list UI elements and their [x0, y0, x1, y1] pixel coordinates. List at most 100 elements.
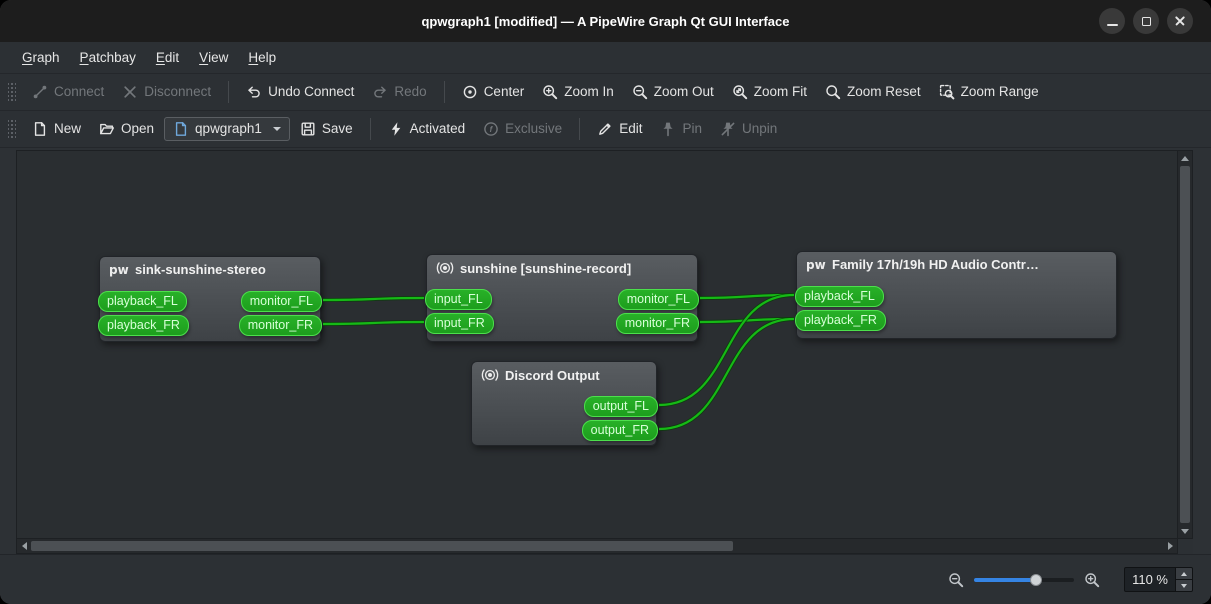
save-label: Save [322, 122, 353, 136]
zoom-value[interactable]: 110 % [1125, 568, 1175, 591]
menu-help[interactable]: Help [238, 42, 286, 73]
menu-edit[interactable]: Edit [146, 42, 189, 73]
undo-icon [246, 84, 262, 100]
zoom-out-icon[interactable] [948, 572, 964, 588]
zoom-out-icon [632, 84, 648, 100]
graph-canvas[interactable]: pwsink-sunshine-stereoplayback_FLplaybac… [16, 150, 1178, 539]
menubar: GraphPatchbayEditViewHelp [0, 42, 1211, 74]
pin-icon [660, 121, 676, 137]
port-monitor_FR[interactable]: monitor_FR [616, 313, 699, 334]
minimize-button[interactable] [1099, 8, 1125, 34]
menu-patchbay[interactable]: Patchbay [70, 42, 146, 73]
port-output_FL[interactable]: output_FL [584, 396, 658, 417]
scroll-down-arrow[interactable] [1178, 524, 1192, 538]
scroll-left-arrow[interactable] [17, 539, 31, 553]
scroll-up-arrow[interactable] [1178, 151, 1192, 165]
svg-text:pw: pw [109, 263, 129, 277]
patchbay-current-label: qpwgraph1 [195, 122, 262, 136]
graph-node-family-audio[interactable]: pwFamily 17h/19h HD Audio Contr…playback… [796, 251, 1117, 339]
window-title: qpwgraph1 [modified] — A PipeWire Graph … [421, 14, 789, 29]
zoom-increment-button[interactable] [1176, 568, 1192, 579]
new-button[interactable]: New [24, 116, 89, 142]
pipewire-icon: pw [109, 263, 129, 277]
disconnect-button: Disconnect [114, 79, 219, 105]
menu-graph[interactable]: Graph [12, 42, 70, 73]
port-monitor_FL[interactable]: monitor_FL [618, 289, 699, 310]
zoom-fit-button[interactable]: Zoom Fit [724, 79, 815, 105]
open-button[interactable]: Open [91, 116, 162, 142]
zoom-reset-button[interactable]: Zoom Reset [817, 79, 929, 105]
vertical-scrollbar-thumb[interactable] [1180, 166, 1190, 523]
activated-icon [388, 121, 404, 137]
menu-view[interactable]: View [189, 42, 238, 73]
redo-icon [372, 84, 388, 100]
undo-connect-label: Undo Connect [268, 85, 354, 99]
edit-button[interactable]: Edit [589, 116, 650, 142]
graph-node-discord-output[interactable]: Discord Output output_FL output_FR [471, 361, 657, 446]
zoom-in-label: Zoom In [564, 85, 614, 99]
port-playback_FL[interactable]: playback_FL [98, 291, 187, 312]
spin-buttons [1175, 568, 1192, 591]
new-file-icon [32, 121, 48, 137]
toolbar-patchbay: NewOpenqpwgraph1SaveActivatedfExclusiveE… [0, 111, 1211, 148]
exclusive-button: fExclusive [475, 116, 570, 142]
zoom-range-label: Zoom Range [961, 85, 1039, 99]
scroll-right-arrow[interactable] [1163, 539, 1177, 553]
canvas-row: pwsink-sunshine-stereoplayback_FLplaybac… [16, 150, 1193, 539]
port-playback_FL[interactable]: playback_FL [795, 286, 884, 307]
open-label: Open [121, 122, 154, 136]
maximize-button[interactable] [1133, 8, 1159, 34]
horizontal-scrollbar-thumb[interactable] [31, 541, 733, 551]
undo-connect-button[interactable]: Undo Connect [238, 79, 362, 105]
node-title: Discord Output [505, 368, 600, 383]
zoom-in-button[interactable]: Zoom In [534, 79, 622, 105]
connect-icon [32, 84, 48, 100]
zoom-slider[interactable] [974, 572, 1074, 588]
zoom-reset-label: Zoom Reset [847, 85, 921, 99]
center-button[interactable]: Center [454, 79, 533, 105]
port-monitor_FR[interactable]: monitor_FR [239, 315, 322, 336]
port-monitor_FL[interactable]: monitor_FL [241, 291, 322, 312]
toolbar-drag-handle[interactable] [8, 81, 16, 103]
zoom-in-icon[interactable] [1084, 572, 1100, 588]
exclusive-label: Exclusive [505, 122, 562, 136]
node-title: sunshine [sunshine-record] [460, 261, 631, 276]
toolbar-drag-handle[interactable] [8, 118, 16, 140]
graph-node-sunshine[interactable]: sunshine [sunshine-record] input_FL input_… [426, 254, 698, 342]
port-playback_FR[interactable]: playback_FR [98, 315, 189, 336]
save-icon [300, 121, 316, 137]
vertical-scrollbar[interactable] [1178, 150, 1193, 539]
activated-button[interactable]: Activated [380, 116, 474, 142]
port-input_FL[interactable]: input_FL [425, 289, 492, 310]
port-input_FR[interactable]: input_FR [425, 313, 494, 334]
zoom-range-button[interactable]: Zoom Range [931, 79, 1047, 105]
dropdown-arrow-icon [273, 127, 281, 131]
zoom-slider-handle[interactable] [1030, 574, 1042, 586]
zoom-reset-icon [825, 84, 841, 100]
zoom-spinbox[interactable]: 110 % [1124, 567, 1193, 592]
center-label: Center [484, 85, 525, 99]
port-output_FR[interactable]: output_FR [582, 420, 658, 441]
patchbay-current-button[interactable]: qpwgraph1 [164, 117, 290, 141]
zoom-decrement-button[interactable] [1176, 579, 1192, 591]
zoom-out-button[interactable]: Zoom Out [624, 79, 722, 105]
record-icon [436, 260, 454, 276]
toolbar-separator [444, 81, 445, 103]
close-button[interactable] [1167, 8, 1193, 34]
activated-label: Activated [410, 122, 466, 136]
unpin-button: Unpin [712, 116, 785, 142]
toolbar-graph: ConnectDisconnectUndo ConnectRedoCenterZ… [0, 74, 1211, 111]
unpin-icon [720, 121, 736, 137]
save-button[interactable]: Save [292, 116, 361, 142]
connection-wire [700, 295, 794, 298]
horizontal-scrollbar[interactable] [16, 539, 1178, 554]
pipewire-icon: pw [806, 258, 826, 272]
port-playback_FR[interactable]: playback_FR [795, 310, 886, 331]
connection-wire [700, 319, 794, 322]
connect-button: Connect [24, 79, 112, 105]
svg-text:pw: pw [806, 258, 826, 272]
edit-label: Edit [619, 122, 642, 136]
graph-node-sink-sunshine-stereo[interactable]: pwsink-sunshine-stereoplayback_FLplaybac… [99, 256, 321, 342]
horizontal-scrollbar-track[interactable] [31, 539, 1163, 553]
toolbar-separator [228, 81, 229, 103]
